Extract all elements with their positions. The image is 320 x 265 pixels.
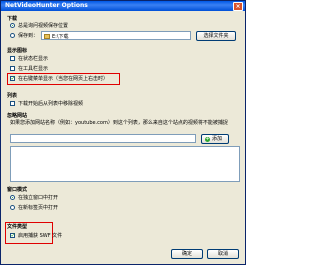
new-window-label: 在独立窗口中打开 bbox=[18, 195, 59, 201]
blocked-sites-list[interactable] bbox=[10, 146, 240, 182]
display-icon-section-title: 显示图标 bbox=[7, 48, 28, 54]
close-icon[interactable]: × bbox=[233, 2, 243, 11]
new-tab-radio[interactable] bbox=[10, 205, 15, 210]
window-title: NetVideoHunter Options bbox=[5, 2, 88, 9]
toolbar-checkbox[interactable] bbox=[10, 66, 15, 71]
list-section-title: 列表 bbox=[7, 93, 18, 99]
swf-checkbox[interactable] bbox=[10, 232, 16, 239]
statusbar-label: 在状态栏显示 bbox=[18, 56, 49, 62]
add-site-label: 添加 bbox=[212, 136, 223, 142]
download-section-title: 下载 bbox=[7, 16, 18, 22]
swf-label: 启用捕获 SWF 文件 bbox=[18, 233, 63, 239]
choose-folder-button[interactable]: 选择文件夹 bbox=[196, 31, 236, 41]
new-tab-label: 在新标签页中打开 bbox=[18, 205, 59, 211]
context-menu-label: 在右键菜单显示（当您在网页上右击时） bbox=[18, 76, 109, 82]
statusbar-checkbox[interactable] bbox=[10, 56, 15, 61]
new-window-radio[interactable] bbox=[10, 195, 15, 200]
title-bar[interactable]: NetVideoHunter Options × bbox=[1, 1, 245, 11]
file-type-section-title: 文件类型 bbox=[7, 224, 28, 230]
folder-icon bbox=[44, 34, 50, 39]
blocked-sites-section-title: 忽略网站 bbox=[7, 113, 28, 119]
save-path-field[interactable]: E:\下载 bbox=[41, 31, 191, 40]
add-icon: + bbox=[205, 136, 210, 142]
remove-on-download-checkbox[interactable] bbox=[10, 101, 15, 106]
blocked-site-input[interactable] bbox=[10, 134, 196, 143]
ask-location-radio[interactable] bbox=[10, 23, 15, 28]
cancel-button[interactable]: 取消 bbox=[207, 249, 239, 259]
ask-location-label: 总是询问视频保存位置 bbox=[18, 23, 69, 29]
add-site-button[interactable]: + 添加 bbox=[201, 134, 229, 144]
remove-on-download-label: 下载开始后从列表中移除视频 bbox=[18, 101, 84, 107]
ok-button[interactable]: 确定 bbox=[171, 249, 203, 259]
blocked-sites-description: 如果您添加网站名称（例如：youtube.com）到这个列表，那么来自这个站点的… bbox=[10, 120, 228, 126]
options-window: NetVideoHunter Options × 下载 总是询问视频保存位置 保… bbox=[0, 0, 246, 265]
context-menu-checkbox[interactable] bbox=[10, 75, 16, 82]
window-mode-section-title: 窗口模式 bbox=[7, 187, 28, 193]
save-to-radio[interactable] bbox=[10, 33, 15, 38]
toolbar-label: 在工具栏显示 bbox=[18, 66, 49, 72]
save-to-label: 保存到： bbox=[18, 33, 39, 39]
save-path-value: E:\下载 bbox=[52, 34, 69, 40]
